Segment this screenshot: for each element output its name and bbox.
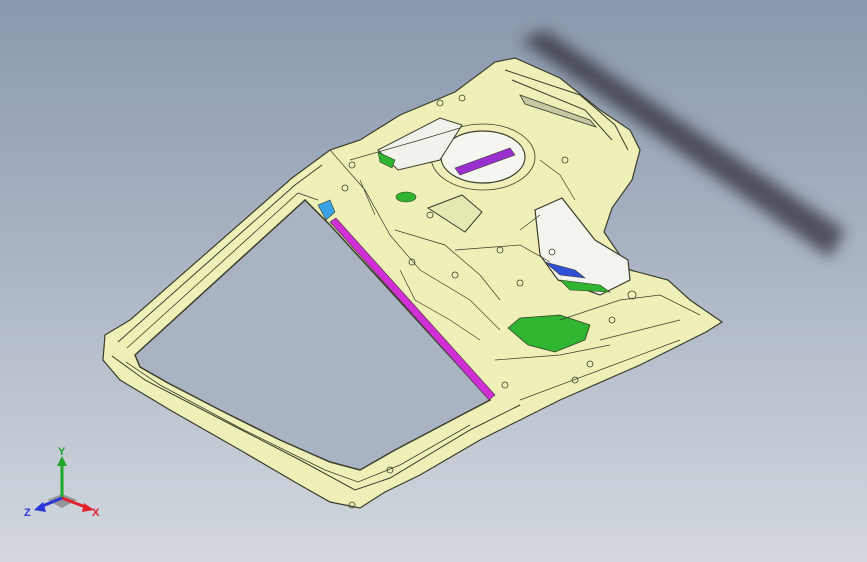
z-axis-label: Z (24, 507, 31, 519)
y-axis-label: Y (58, 446, 66, 458)
coordinate-triad: Y X Z (24, 446, 100, 519)
z-axis-arrow (34, 502, 46, 512)
x-axis-label: X (92, 507, 100, 519)
green-plug (395, 191, 417, 203)
door-panel-model[interactable] (0, 0, 867, 562)
cad-viewport[interactable]: Y X Z (0, 0, 867, 562)
